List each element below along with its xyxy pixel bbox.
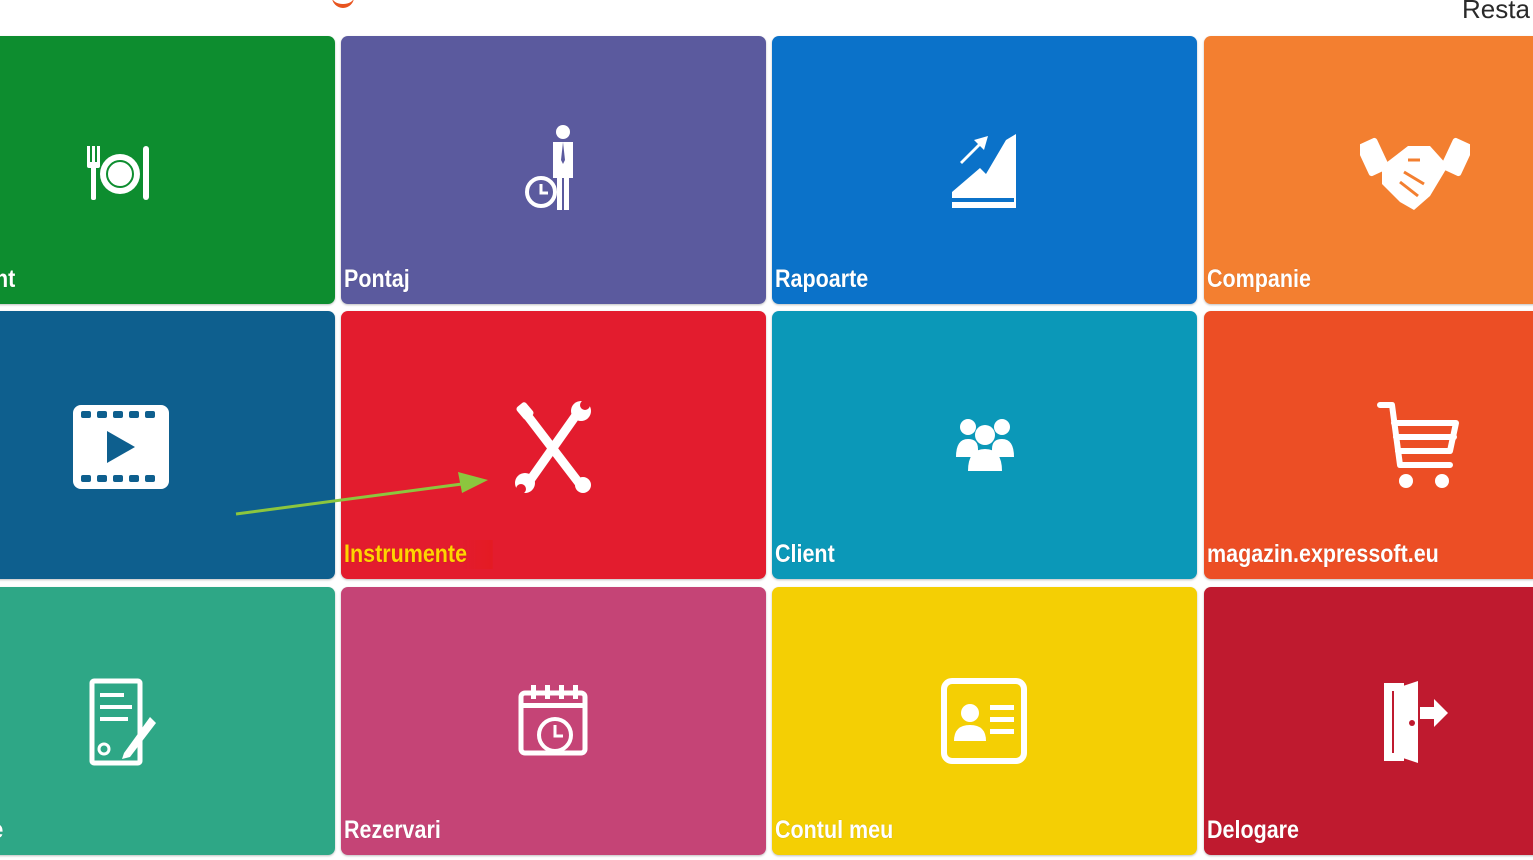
tile-contul-meu[interactable]: Contul meu xyxy=(772,587,1197,855)
shopping-cart-icon xyxy=(1376,399,1460,491)
tile-label: Rapoarte xyxy=(775,265,869,293)
tile-label: re xyxy=(0,816,3,845)
tile-label: ant xyxy=(0,265,16,293)
contract-icon xyxy=(88,677,158,769)
tile-label: Contul meu xyxy=(775,816,894,844)
tile-delogare[interactable]: Delogare xyxy=(1204,587,1533,855)
tile-instrumente[interactable]: Instrumente xyxy=(341,311,766,579)
tile-contracte[interactable]: re xyxy=(0,587,335,855)
tile-rapoarte[interactable]: Rapoarte xyxy=(772,36,1197,304)
person-clock-icon xyxy=(525,124,581,214)
tile-label: magazin.expressoft.eu xyxy=(1207,540,1439,568)
tile-label: Delogare xyxy=(1207,816,1300,844)
users-group-icon xyxy=(954,413,1016,473)
tile-rezervari[interactable]: Rezervari xyxy=(341,587,766,855)
id-card-icon xyxy=(940,677,1028,765)
header-title: Resta xyxy=(1462,0,1530,24)
tile-video[interactable]: e xyxy=(0,311,335,579)
handshake-icon xyxy=(1360,126,1470,216)
calendar-clock-icon xyxy=(517,683,589,761)
tools-icon xyxy=(513,401,593,493)
tile-label: Pontaj xyxy=(344,265,410,293)
tile-companie[interactable]: Companie xyxy=(1204,36,1533,304)
tile-restaurant[interactable]: ant xyxy=(0,36,335,304)
logout-door-icon xyxy=(1380,677,1450,767)
tile-magazin[interactable]: magazin.expressoft.eu xyxy=(1204,311,1533,579)
logo-fragment xyxy=(332,0,354,8)
tile-label: Instrumente xyxy=(344,540,493,569)
tile-label: Companie xyxy=(1207,265,1311,293)
top-bar: Resta xyxy=(0,0,1533,34)
tile-label: Client xyxy=(775,540,835,568)
tile-pontaj[interactable]: Pontaj xyxy=(341,36,766,304)
tile-label: Rezervari xyxy=(344,816,441,844)
tile-client[interactable]: Client xyxy=(772,311,1197,579)
chart-growth-icon xyxy=(950,128,1020,212)
fork-plate-knife-icon xyxy=(85,142,155,204)
video-play-icon xyxy=(71,403,171,491)
